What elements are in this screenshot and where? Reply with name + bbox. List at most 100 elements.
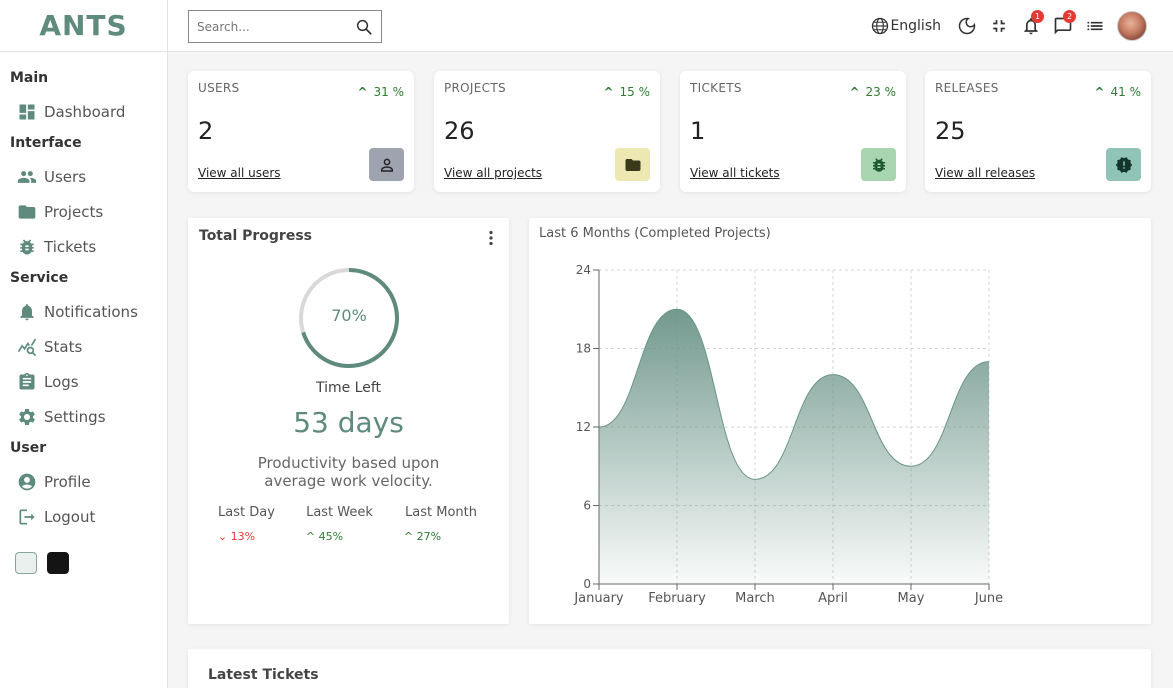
nav-section-interface: Interface bbox=[10, 135, 82, 151]
sidebar-item-users[interactable]: Users bbox=[0, 159, 167, 194]
search-icon[interactable] bbox=[355, 18, 373, 36]
language-label: English bbox=[890, 18, 941, 34]
nav-section-user: User bbox=[10, 440, 47, 456]
stat-value: 2 bbox=[198, 117, 214, 145]
x-tick-label: June bbox=[974, 591, 1003, 606]
x-tick-label: April bbox=[818, 591, 848, 606]
stat-title: USERS bbox=[198, 81, 240, 95]
y-tick-label: 6 bbox=[583, 499, 591, 513]
stat-change: ^ 23 % bbox=[849, 85, 896, 99]
more-vert-icon[interactable] bbox=[487, 230, 495, 246]
theme-light-swatch[interactable] bbox=[15, 552, 37, 574]
profile-icon bbox=[16, 471, 38, 493]
stat-title: PROJECTS bbox=[444, 81, 506, 95]
period-label-last-week: Last Week bbox=[306, 505, 373, 520]
nav-section-main: Main bbox=[10, 70, 49, 86]
stat-change-value: 15 % bbox=[619, 85, 651, 99]
y-tick-label: 12 bbox=[576, 420, 591, 434]
progress-title: Total Progress bbox=[199, 228, 312, 244]
stat-title: TICKETS bbox=[690, 81, 742, 95]
view-all-projects-link[interactable]: View all projects bbox=[444, 166, 542, 180]
arrow-up-icon: ^ bbox=[603, 85, 614, 99]
stat-card-projects: PROJECTS ^ 15 % 26 View all projects bbox=[434, 71, 660, 192]
dark-mode-toggle[interactable] bbox=[951, 11, 983, 41]
sidebar: ANTS Main Dashboard Interface Users Proj… bbox=[0, 0, 168, 688]
messages-button[interactable]: 2 bbox=[1047, 10, 1079, 41]
bug-icon bbox=[16, 236, 38, 258]
gear-icon bbox=[16, 406, 38, 428]
clipboard-icon bbox=[16, 371, 38, 393]
language-selector[interactable]: English bbox=[870, 16, 941, 36]
sidebar-item-projects[interactable]: Projects bbox=[0, 194, 167, 229]
topbar: English 1 2 bbox=[168, 0, 1173, 52]
sidebar-item-stats[interactable]: Stats bbox=[0, 329, 167, 364]
view-all-users-link[interactable]: View all users bbox=[198, 166, 281, 180]
sidebar-item-profile[interactable]: Profile bbox=[0, 464, 167, 499]
view-all-tickets-link[interactable]: View all tickets bbox=[690, 166, 780, 180]
logo[interactable]: ANTS bbox=[0, 0, 167, 52]
sidebar-item-label: Logout bbox=[44, 507, 96, 526]
x-tick-label: March bbox=[735, 591, 775, 606]
days-remaining: 53 days bbox=[293, 406, 404, 439]
sidebar-item-logs[interactable]: Logs bbox=[0, 364, 167, 399]
productivity-text: Productivity based upon average work vel… bbox=[257, 454, 440, 490]
stat-icon-box bbox=[369, 148, 404, 181]
chevron-down-icon: ⌄ bbox=[217, 530, 228, 543]
period-value-last-month: ^ 27% bbox=[389, 530, 456, 543]
sidebar-item-label: Stats bbox=[44, 337, 83, 356]
stat-icon-box bbox=[861, 148, 896, 181]
stats-icon bbox=[16, 336, 38, 358]
sidebar-item-dashboard[interactable]: Dashboard bbox=[0, 94, 167, 129]
period-value-last-day: ⌄ 13% bbox=[208, 530, 265, 543]
sidebar-item-logout[interactable]: Logout bbox=[0, 499, 167, 534]
notifications-button[interactable]: 1 bbox=[1015, 10, 1047, 41]
search-input[interactable] bbox=[197, 19, 347, 34]
stat-change: ^ 15 % bbox=[603, 85, 650, 99]
x-tick-label: May bbox=[898, 591, 925, 606]
dashboard-icon bbox=[16, 101, 38, 123]
nav-section-service: Service bbox=[10, 270, 69, 286]
stat-card-releases: RELEASES ^ 41 % 25 View all releases bbox=[925, 71, 1151, 192]
collapse-icon bbox=[993, 20, 1005, 32]
x-tick-label: January bbox=[573, 591, 624, 606]
view-all-releases-link[interactable]: View all releases bbox=[935, 166, 1035, 180]
folder-icon bbox=[16, 201, 38, 223]
avatar[interactable] bbox=[1117, 11, 1147, 41]
sidebar-item-label: Projects bbox=[44, 202, 104, 221]
arrow-up-icon: ^ bbox=[849, 85, 860, 99]
sidebar-item-label: Settings bbox=[44, 407, 106, 426]
stat-change-value: 41 % bbox=[1110, 85, 1142, 99]
theme-dark-swatch[interactable] bbox=[47, 552, 69, 574]
moon-icon bbox=[958, 17, 976, 35]
stat-icon-box bbox=[1106, 148, 1141, 181]
completed-projects-chart-card: Last 6 Months (Completed Projects) 0 6 12 1… bbox=[529, 218, 1151, 624]
sidebar-item-settings[interactable]: Settings bbox=[0, 399, 167, 434]
arrow-up-icon: ^ bbox=[357, 85, 368, 99]
stat-value: 26 bbox=[444, 117, 475, 145]
logout-icon bbox=[16, 506, 38, 528]
sidebar-item-notifications[interactable]: Notifications bbox=[0, 294, 167, 329]
alert-badge-icon bbox=[1115, 156, 1132, 173]
stat-change: ^ 31 % bbox=[357, 85, 404, 99]
period-label-last-day: Last Day bbox=[218, 505, 275, 520]
chevron-up-icon: ^ bbox=[305, 530, 316, 543]
sidebar-item-label: Tickets bbox=[44, 237, 97, 256]
stat-value: 1 bbox=[690, 117, 706, 145]
sidebar-item-label: Notifications bbox=[44, 302, 138, 321]
sidebar-item-tickets[interactable]: Tickets bbox=[0, 229, 167, 264]
period-value-text: 27% bbox=[416, 530, 442, 543]
chevron-up-icon: ^ bbox=[403, 530, 414, 543]
stat-icon-box bbox=[615, 148, 650, 181]
top-actions: English 1 2 bbox=[870, 10, 1147, 41]
x-tick-label: February bbox=[648, 591, 706, 606]
bug-icon bbox=[872, 157, 885, 172]
area-chart: 0 6 12 18 24 January February March April May June bbox=[573, 263, 1003, 606]
fullscreen-exit-button[interactable] bbox=[983, 11, 1015, 41]
bell-icon bbox=[16, 301, 38, 323]
stat-value: 25 bbox=[935, 117, 966, 145]
sidebar-item-label: Users bbox=[44, 167, 87, 186]
menu-list-button[interactable] bbox=[1079, 11, 1111, 41]
notifications-badge: 1 bbox=[1031, 10, 1044, 23]
users-icon bbox=[16, 166, 38, 188]
logo-text: ANTS bbox=[39, 9, 128, 42]
